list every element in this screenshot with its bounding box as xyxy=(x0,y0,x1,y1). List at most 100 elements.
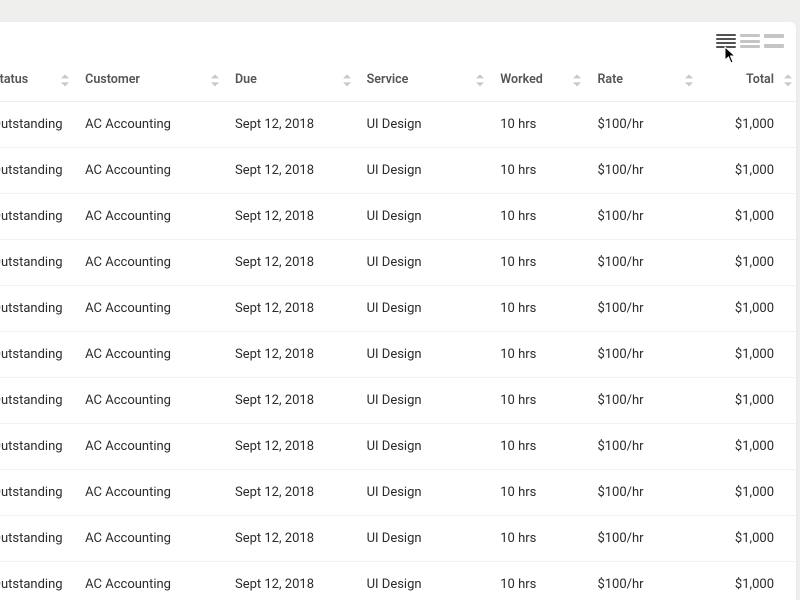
cell-worked: 10 hrs xyxy=(494,148,591,194)
cell-service: UI Design xyxy=(361,148,495,194)
cell-rate: $100/hr xyxy=(591,424,702,470)
cell-due: Sept 12, 2018 xyxy=(229,562,361,600)
cell-due: Sept 12, 2018 xyxy=(229,516,361,562)
cell-customer: AC Accounting xyxy=(79,378,229,424)
cell-status: Outstanding xyxy=(0,424,79,470)
cell-customer: AC Accounting xyxy=(79,194,229,240)
col-total[interactable]: Total xyxy=(703,60,796,102)
cell-status: Outstanding xyxy=(0,562,79,600)
cell-rate: $100/hr xyxy=(591,240,702,286)
app-canvas: Status Customer Due Service Worked Rate … xyxy=(0,0,800,600)
data-sheet: Status Customer Due Service Worked Rate … xyxy=(0,22,796,600)
cell-service: UI Design xyxy=(361,332,495,378)
sort-icon xyxy=(784,74,792,86)
cell-rate: $100/hr xyxy=(591,332,702,378)
table-row[interactable]: OutstandingAC AccountingSept 12, 2018UI … xyxy=(0,148,796,194)
cell-service: UI Design xyxy=(361,516,495,562)
cell-customer: AC Accounting xyxy=(79,516,229,562)
cell-service: UI Design xyxy=(361,562,495,600)
sort-icon xyxy=(211,74,219,86)
col-due[interactable]: Due xyxy=(229,60,361,102)
col-worked-label: Worked xyxy=(500,72,543,87)
cell-customer: AC Accounting xyxy=(79,148,229,194)
sort-icon xyxy=(476,74,484,86)
cell-status: Outstanding xyxy=(0,516,79,562)
table-row[interactable]: OutstandingAC AccountingSept 12, 2018UI … xyxy=(0,562,796,600)
cell-rate: $100/hr xyxy=(591,102,702,148)
cell-status: Outstanding xyxy=(0,102,79,148)
cell-status: Outstanding xyxy=(0,148,79,194)
cell-due: Sept 12, 2018 xyxy=(229,378,361,424)
cell-rate: $100/hr xyxy=(591,470,702,516)
density-comfortable-button[interactable] xyxy=(764,33,784,49)
col-customer[interactable]: Customer xyxy=(79,60,229,102)
cell-total: $1,000 xyxy=(703,148,796,194)
cell-service: UI Design xyxy=(361,424,495,470)
table-row[interactable]: OutstandingAC AccountingSept 12, 2018UI … xyxy=(0,102,796,148)
cell-due: Sept 12, 2018 xyxy=(229,424,361,470)
cell-total: $1,000 xyxy=(703,562,796,600)
cell-service: UI Design xyxy=(361,286,495,332)
cell-due: Sept 12, 2018 xyxy=(229,148,361,194)
cell-rate: $100/hr xyxy=(591,562,702,600)
invoices-table: Status Customer Due Service Worked Rate … xyxy=(0,60,796,600)
cell-total: $1,000 xyxy=(703,194,796,240)
cell-customer: AC Accounting xyxy=(79,240,229,286)
cell-worked: 10 hrs xyxy=(494,240,591,286)
cell-rate: $100/hr xyxy=(591,516,702,562)
col-status-label: Status xyxy=(0,72,28,87)
table-row[interactable]: OutstandingAC AccountingSept 12, 2018UI … xyxy=(0,424,796,470)
cell-total: $1,000 xyxy=(703,102,796,148)
cell-customer: AC Accounting xyxy=(79,424,229,470)
cell-total: $1,000 xyxy=(703,378,796,424)
cell-due: Sept 12, 2018 xyxy=(229,286,361,332)
col-status[interactable]: Status xyxy=(0,60,79,102)
cell-due: Sept 12, 2018 xyxy=(229,332,361,378)
cell-total: $1,000 xyxy=(703,470,796,516)
cell-worked: 10 hrs xyxy=(494,424,591,470)
cell-status: Outstanding xyxy=(0,378,79,424)
sort-icon xyxy=(685,74,693,86)
sort-icon xyxy=(343,74,351,86)
col-service-label: Service xyxy=(367,72,409,87)
cell-worked: 10 hrs xyxy=(494,332,591,378)
cell-status: Outstanding xyxy=(0,332,79,378)
cell-service: UI Design xyxy=(361,194,495,240)
cell-total: $1,000 xyxy=(703,240,796,286)
cell-due: Sept 12, 2018 xyxy=(229,102,361,148)
col-service[interactable]: Service xyxy=(361,60,495,102)
sort-icon xyxy=(61,74,69,86)
cell-rate: $100/hr xyxy=(591,148,702,194)
cell-customer: AC Accounting xyxy=(79,562,229,600)
table-row[interactable]: OutstandingAC AccountingSept 12, 2018UI … xyxy=(0,240,796,286)
cell-service: UI Design xyxy=(361,378,495,424)
cell-rate: $100/hr xyxy=(591,378,702,424)
table-row[interactable]: OutstandingAC AccountingSept 12, 2018UI … xyxy=(0,516,796,562)
cell-status: Outstanding xyxy=(0,194,79,240)
sort-icon xyxy=(573,74,581,86)
col-rate[interactable]: Rate xyxy=(591,60,702,102)
cell-worked: 10 hrs xyxy=(494,470,591,516)
cell-service: UI Design xyxy=(361,240,495,286)
cell-worked: 10 hrs xyxy=(494,286,591,332)
table-row[interactable]: OutstandingAC AccountingSept 12, 2018UI … xyxy=(0,378,796,424)
table-row[interactable]: OutstandingAC AccountingSept 12, 2018UI … xyxy=(0,194,796,240)
table-row[interactable]: OutstandingAC AccountingSept 12, 2018UI … xyxy=(0,332,796,378)
density-normal-button[interactable] xyxy=(740,33,760,49)
cell-service: UI Design xyxy=(361,102,495,148)
cell-customer: AC Accounting xyxy=(79,470,229,516)
cell-total: $1,000 xyxy=(703,286,796,332)
cell-rate: $100/hr xyxy=(591,194,702,240)
cell-total: $1,000 xyxy=(703,332,796,378)
cell-due: Sept 12, 2018 xyxy=(229,194,361,240)
table-row[interactable]: OutstandingAC AccountingSept 12, 2018UI … xyxy=(0,286,796,332)
col-total-label: Total xyxy=(746,72,774,87)
cell-customer: AC Accounting xyxy=(79,102,229,148)
cell-status: Outstanding xyxy=(0,240,79,286)
col-rate-label: Rate xyxy=(597,72,623,87)
cell-status: Outstanding xyxy=(0,470,79,516)
col-worked[interactable]: Worked xyxy=(494,60,591,102)
table-row[interactable]: OutstandingAC AccountingSept 12, 2018UI … xyxy=(0,470,796,516)
density-compact-button[interactable] xyxy=(716,33,736,49)
cell-status: Outstanding xyxy=(0,286,79,332)
